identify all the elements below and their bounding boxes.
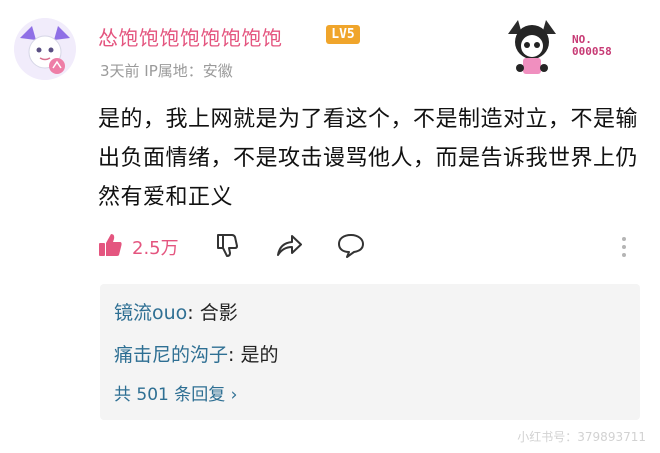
- reply-user[interactable]: 痛击尼的沟子: [114, 344, 228, 366]
- comment-text: 是的，我上网就是为了看这个，不是制造对立，不是输出负面情绪，不是攻击谩骂他人，而…: [98, 107, 639, 210]
- user-avatar[interactable]: [14, 18, 76, 80]
- reply-colon: :: [228, 344, 241, 366]
- reply-text: 是的: [240, 344, 279, 366]
- badge-character-icon: [500, 16, 564, 80]
- reply-text: 合影: [199, 302, 238, 324]
- badge-number: NO. 000058: [572, 34, 612, 58]
- username[interactable]: 怂饱饱饱饱饱饱饱饱: [98, 22, 283, 51]
- view-all-replies-link[interactable]: 共 501 条回复 ›: [114, 380, 237, 405]
- action-bar: 2.5万: [96, 230, 636, 264]
- share-button[interactable]: [274, 230, 304, 264]
- reply-user[interactable]: 镜流ouo: [114, 302, 187, 324]
- reply-item[interactable]: 镜流ouo: 合影: [114, 298, 238, 325]
- like-button[interactable]: 2.5万: [96, 230, 179, 264]
- like-count: 2.5万: [132, 238, 179, 259]
- watermark: 小红书号：379893711: [517, 430, 646, 444]
- reply-preview: 镜流ouo: 合影 痛击尼的沟子: 是的 共 501 条回复 ›: [100, 284, 640, 420]
- reply-colon: :: [187, 302, 200, 324]
- fan-badge[interactable]: NO. 000058: [500, 16, 640, 82]
- thumb-down-icon: [214, 231, 242, 263]
- reply-item[interactable]: 痛击尼的沟子: 是的: [114, 340, 278, 367]
- comment-icon: [336, 231, 366, 263]
- badge-no-value: 000058: [572, 45, 612, 58]
- share-icon: [274, 231, 304, 263]
- reply-button[interactable]: [336, 230, 366, 264]
- thumb-up-icon: [96, 231, 124, 263]
- more-icon[interactable]: [618, 234, 630, 260]
- dislike-button[interactable]: [214, 230, 242, 264]
- post-meta: 3天前 IP属地：安徽: [100, 62, 233, 80]
- level-badge: LV5: [326, 25, 360, 44]
